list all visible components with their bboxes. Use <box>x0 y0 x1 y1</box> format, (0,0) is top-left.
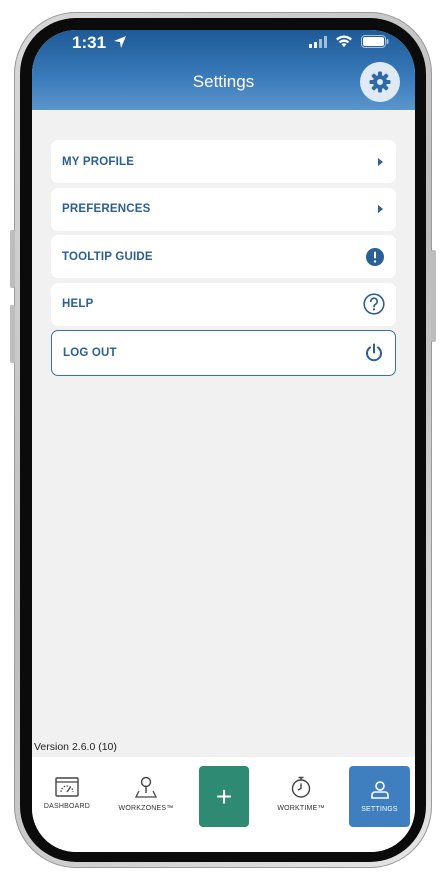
tab-label: WORKZONES™ <box>118 805 174 812</box>
chevron-right-icon <box>378 157 383 166</box>
chevron-right-icon <box>378 205 383 213</box>
menu-item-my-profile[interactable]: MY PROFILE <box>51 140 396 183</box>
location-arrow-icon <box>113 36 126 48</box>
tab-label: SETTINGS <box>361 806 398 813</box>
menu-item-label: HELP <box>62 298 94 310</box>
menu-item-label: PREFERENCES <box>62 203 151 215</box>
menu-item-label: MY PROFILE <box>62 155 135 168</box>
side-button <box>431 250 436 342</box>
map-pin-icon <box>134 776 158 798</box>
tab-label: DASHBOARD <box>43 803 91 810</box>
stopwatch-icon <box>291 776 311 798</box>
add-button[interactable]: + <box>199 766 249 827</box>
logout-button[interactable]: LOG OUT <box>51 330 396 376</box>
user-icon <box>370 781 389 799</box>
header: 1:31 Settings <box>32 30 415 110</box>
settings-gear-button[interactable] <box>360 62 400 102</box>
version-label: Version 2.6.0 (10) <box>34 741 117 753</box>
tab-label: WORKTIME™ <box>277 805 325 812</box>
dashboard-icon <box>55 777 79 797</box>
page-title: Settings <box>192 72 255 91</box>
menu-item-tooltip-guide[interactable]: TOOLTIP GUIDE <box>51 235 396 278</box>
settings-menu: MY PROFILE PREFERENCES TOOLTIP GUIDE HEL… <box>51 140 396 381</box>
battery-icon <box>361 35 389 48</box>
question-circle-icon <box>363 293 385 315</box>
cellular-signal-icon <box>309 35 327 48</box>
gear-icon <box>369 71 391 93</box>
power-icon <box>366 343 382 362</box>
menu-item-preferences[interactable]: PREFERENCES <box>51 187 396 231</box>
menu-item-label: LOG OUT <box>63 347 117 359</box>
exclamation-circle-icon <box>366 247 384 266</box>
menu-item-label: TOOLTIP GUIDE <box>62 250 153 263</box>
side-button <box>10 230 15 288</box>
wifi-icon <box>336 35 352 47</box>
bottom-tab-bar: DASHBOARD WORKZONES™ + WORKTIME™ SETTING… <box>32 757 415 852</box>
status-time: 1:31 <box>72 33 127 53</box>
tab-dashboard[interactable]: DASHBOARD <box>36 765 98 825</box>
status-icons <box>309 35 389 48</box>
tab-worktime[interactable]: WORKTIME™ <box>270 765 332 825</box>
app-screen: 1:31 Settings MY PROFILE PREFERENCES TOO… <box>32 30 415 852</box>
side-button <box>10 305 15 363</box>
tab-workzones[interactable]: WORKZONES™ <box>115 765 177 825</box>
menu-item-help[interactable]: HELP <box>51 282 396 326</box>
tab-settings[interactable]: SETTINGS <box>349 766 410 827</box>
